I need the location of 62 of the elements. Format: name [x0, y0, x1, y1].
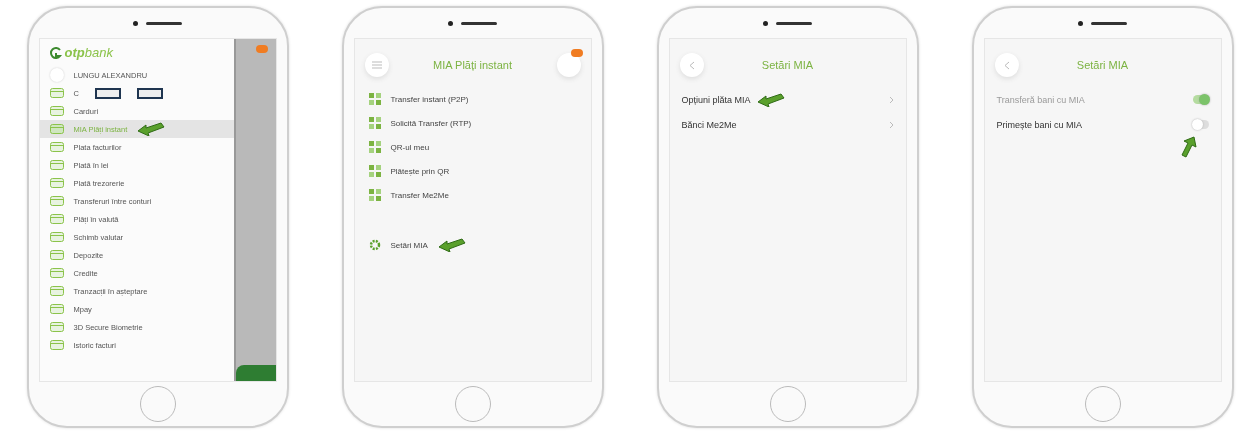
- grid-icon: [368, 93, 381, 105]
- menu-item[interactable]: Plătește prin QR: [354, 159, 591, 183]
- grid-icon: [368, 141, 381, 153]
- menu-icon: [371, 61, 382, 69]
- card-icon: [49, 340, 64, 350]
- speaker-icon: [461, 21, 497, 25]
- settings-item[interactable]: Opțiuni plăta MIA: [669, 87, 906, 112]
- tab-handle[interactable]: [235, 365, 276, 381]
- redaction-box: [94, 87, 121, 99]
- settings-item[interactable]: Bănci Me2Me: [669, 112, 906, 137]
- card-icon: [49, 250, 64, 260]
- card-icon: [49, 322, 64, 332]
- screen-title: Setări MIA: [761, 59, 814, 71]
- setting-label: Primește bani cu MIA: [996, 119, 1083, 130]
- pointing-arrow-icon: [1180, 136, 1197, 158]
- card-icon: [49, 214, 64, 224]
- card-icon: [49, 142, 64, 152]
- pointing-arrow-icon: [756, 92, 785, 107]
- screen-title: MIA Plăți instant: [433, 59, 512, 71]
- menu-item[interactable]: Transfer Me2Me: [354, 183, 591, 207]
- camera-icon: [1078, 20, 1083, 26]
- redaction-box: [136, 87, 163, 99]
- gear-icon: [368, 239, 381, 251]
- card-icon: [49, 88, 64, 98]
- camera-icon: [133, 20, 138, 26]
- bank-logo: otpbank: [64, 45, 113, 60]
- chevron-left-icon: [1003, 60, 1010, 70]
- card-icon: [49, 178, 64, 188]
- chevron-right-icon: [888, 95, 894, 104]
- setting-label: Transferă bani cu MIA: [996, 94, 1085, 105]
- grid-icon: [368, 189, 381, 201]
- grid-icon: [368, 165, 381, 177]
- notification-badge: [255, 45, 268, 53]
- toggle-switch[interactable]: [1192, 120, 1209, 129]
- menu-button[interactable]: [364, 53, 389, 77]
- card-icon: [49, 196, 64, 206]
- card-icon: [49, 304, 64, 314]
- card-icon: [49, 286, 64, 296]
- card-icon: [49, 268, 64, 278]
- back-button[interactable]: [994, 53, 1019, 77]
- speaker-icon: [146, 21, 182, 25]
- menu-item[interactable]: Transfer instant (P2P): [354, 87, 591, 111]
- logo-icon: [49, 46, 62, 59]
- back-button[interactable]: [679, 53, 704, 77]
- pointing-arrow-icon: [437, 238, 466, 252]
- grid-icon: [368, 117, 381, 129]
- card-icon: [49, 124, 64, 134]
- menu-item[interactable]: Solicită Transfer (RTP): [354, 111, 591, 135]
- camera-icon: [763, 20, 768, 26]
- menu-item[interactable]: QR-ul meu: [354, 135, 591, 159]
- chevron-right-icon: [888, 120, 894, 129]
- chevron-left-icon: [688, 60, 695, 70]
- speaker-icon: [776, 21, 812, 25]
- card-icon: [49, 160, 64, 170]
- card-icon: [49, 232, 64, 242]
- pointing-arrow-icon: [137, 122, 166, 136]
- notification-badge: [570, 49, 583, 57]
- screen-title: Setări MIA: [1076, 59, 1129, 71]
- menu-item[interactable]: Setări MIA: [354, 233, 591, 257]
- card-icon: [49, 106, 64, 116]
- camera-icon: [448, 20, 453, 26]
- speaker-icon: [1091, 21, 1127, 25]
